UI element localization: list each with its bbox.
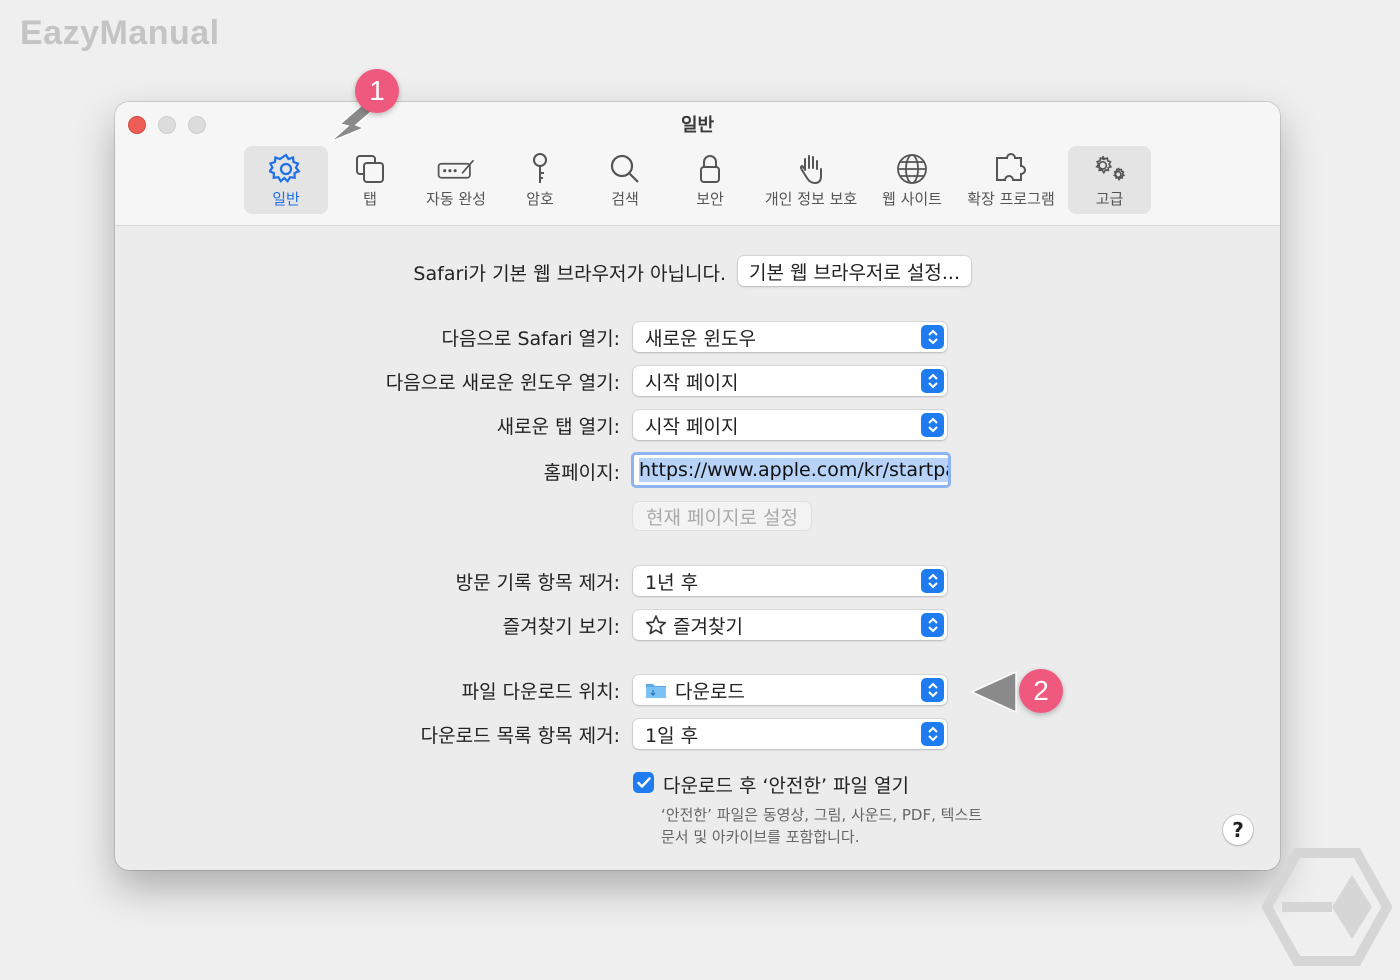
popup-stepper-icon (921, 678, 944, 702)
tab-search-label: 검색 (611, 190, 639, 208)
tab-general-label: 일반 (272, 190, 300, 208)
download-location-label: 파일 다운로드 위치: (461, 681, 620, 703)
remove-history-popup[interactable]: 1년 후 (633, 566, 947, 596)
open-safe-files-label: 다운로드 후 ‘안전한’ 파일 열기 (663, 775, 909, 797)
popup-stepper-icon (921, 722, 944, 746)
tab-advanced-label: 고급 (1095, 190, 1124, 208)
tab-general[interactable]: 일반 (244, 146, 328, 214)
help-button[interactable]: ? (1223, 815, 1253, 845)
set-current-page-button[interactable]: 현재 페이지로 설정 (633, 502, 811, 530)
open-with-value: 새로운 윈도우 (645, 327, 756, 350)
new-tab-label: 새로운 탭 열기: (496, 416, 620, 438)
hint-line-2: 문서 및 아카이브를 포함합니다. (661, 828, 860, 846)
remove-downloads-value: 1일 후 (645, 724, 699, 747)
globe-icon (892, 152, 932, 186)
logo-watermark-icon (1262, 848, 1392, 966)
gears-icon (1090, 152, 1130, 186)
download-location-value: 다운로드 (675, 680, 745, 703)
tab-extensions[interactable]: 확장 프로그램 (961, 146, 1061, 214)
remove-history-value: 1년 후 (645, 571, 699, 594)
tabs-icon (350, 152, 390, 186)
general-pane: Safari가 기본 웹 브라우저가 아닙니다. 기본 웹 브라우저로 설정..… (115, 226, 1280, 870)
set-default-browser-button[interactable]: 기본 웹 브라우저로 설정... (738, 256, 971, 286)
tab-privacy[interactable]: 개인 정보 보호 (758, 146, 864, 214)
search-icon (605, 152, 645, 186)
favorites-value: 즐겨찾기 (673, 615, 743, 638)
new-window-label: 다음으로 새로운 윈도우 열기: (385, 372, 620, 394)
tab-websites[interactable]: 웹 사이트 (876, 146, 948, 214)
tab-extensions-label: 확장 프로그램 (967, 190, 1055, 208)
tab-security-label: 보안 (696, 190, 724, 208)
title-bar: 일반 일반 탭 자동 완성 암호 검색 보안 개인 정보 보호 웹 사이트 확장… (115, 102, 1280, 226)
popup-stepper-icon (921, 413, 944, 437)
download-location-popup[interactable]: 다운로드 (633, 675, 947, 705)
remove-downloads-label: 다운로드 목록 항목 제거: (420, 725, 620, 747)
new-window-popup[interactable]: 시작 페이지 (633, 366, 947, 396)
default-browser-message: Safari가 기본 웹 브라우저가 아닙니다. (413, 263, 726, 285)
annotation-badge-1: 1 (355, 69, 399, 113)
brand-watermark: EazyManual (20, 14, 220, 52)
tab-search[interactable]: 검색 (597, 146, 653, 214)
tab-advanced[interactable]: 고급 (1068, 146, 1151, 214)
annotation-badge-2: 2 (1019, 669, 1063, 713)
open-with-label: 다음으로 Safari 열기: (441, 328, 621, 350)
tab-passwords-label: 암호 (526, 190, 554, 208)
window-title: 일반 (680, 115, 715, 136)
tab-tabs-label: 탭 (363, 190, 377, 208)
remove-history-label: 방문 기록 항목 제거: (455, 572, 620, 594)
key-icon (520, 152, 560, 186)
open-safe-files-checkbox[interactable] (633, 772, 654, 793)
tab-tabs[interactable]: 탭 (342, 146, 398, 214)
annotation-arrow-2 (970, 670, 1017, 714)
favorites-label: 즐겨찾기 보기: (502, 616, 620, 638)
popup-stepper-icon (921, 325, 944, 349)
folder-icon (645, 680, 667, 700)
homepage-value: https://www.apple.com/kr/startpage/ (639, 458, 948, 482)
tab-autofill[interactable]: 자동 완성 (415, 146, 497, 214)
gear-icon (266, 152, 306, 186)
star-icon (645, 614, 667, 636)
homepage-field[interactable]: https://www.apple.com/kr/startpage/ (631, 452, 951, 488)
hint-line-1: ‘안전한’ 파일은 동영상, 그림, 사운드, PDF, 텍스트 (661, 806, 983, 824)
popup-stepper-icon (921, 569, 944, 593)
popup-stepper-icon (921, 613, 944, 637)
preferences-window: 일반 일반 탭 자동 완성 암호 검색 보안 개인 정보 보호 웹 사이트 확장… (115, 102, 1280, 870)
hand-icon (791, 152, 831, 186)
favorites-popup[interactable]: 즐겨찾기 (633, 610, 947, 640)
autofill-icon (436, 152, 476, 186)
tab-websites-label: 웹 사이트 (882, 190, 942, 208)
tab-passwords[interactable]: 암호 (512, 146, 568, 214)
remove-downloads-popup[interactable]: 1일 후 (633, 719, 947, 749)
tab-privacy-label: 개인 정보 보호 (764, 190, 858, 208)
tab-autofill-label: 자동 완성 (426, 190, 486, 208)
new-tab-value: 시작 페이지 (645, 415, 739, 438)
popup-stepper-icon (921, 369, 944, 393)
lock-icon (690, 152, 730, 186)
new-window-value: 시작 페이지 (645, 371, 739, 394)
puzzle-icon (991, 152, 1031, 186)
homepage-label: 홈페이지: (543, 462, 620, 484)
open-safe-files-hint: ‘안전한’ 파일은 동영상, 그림, 사운드, PDF, 텍스트 문서 및 아카… (661, 804, 982, 848)
open-with-popup[interactable]: 새로운 윈도우 (633, 322, 947, 352)
new-tab-popup[interactable]: 시작 페이지 (633, 410, 947, 440)
tab-security[interactable]: 보안 (682, 146, 738, 214)
